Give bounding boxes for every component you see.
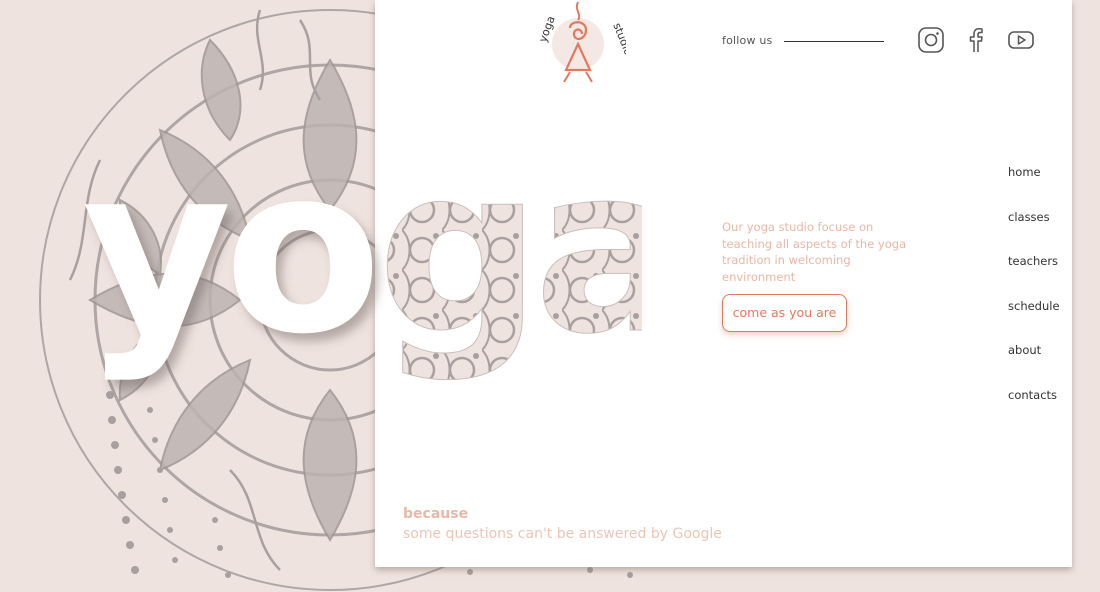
nav-item-contacts[interactable]: contacts [1008, 381, 1060, 426]
studio-logo[interactable]: yoga studio [530, 0, 626, 88]
come-as-you-are-button[interactable]: come as you are [722, 294, 847, 332]
youtube-icon[interactable] [1007, 26, 1035, 54]
logo-text-studio: studio [610, 21, 626, 57]
facebook-icon[interactable] [962, 26, 990, 54]
instagram-icon[interactable] [917, 26, 945, 54]
because-subtext: some questions can't be answered by Goog… [403, 526, 722, 542]
main-nav: home classes teachers schedule about con… [1008, 158, 1060, 425]
nav-item-classes[interactable]: classes [1008, 203, 1060, 248]
follow-divider [784, 41, 884, 42]
hero-yoga-word: yo ga [82, 150, 642, 386]
svg-text:ga: ga [377, 150, 642, 385]
svg-text:yo: yo [82, 150, 374, 385]
nav-item-home[interactable]: home [1008, 158, 1060, 203]
follow-us-label: follow us [722, 34, 773, 47]
nav-item-teachers[interactable]: teachers [1008, 247, 1060, 292]
nav-item-schedule[interactable]: schedule [1008, 292, 1060, 337]
because-heading: because [403, 506, 469, 522]
nav-item-about[interactable]: about [1008, 336, 1060, 381]
hero-tagline: Our yoga studio focuse on teaching all a… [722, 220, 907, 284]
